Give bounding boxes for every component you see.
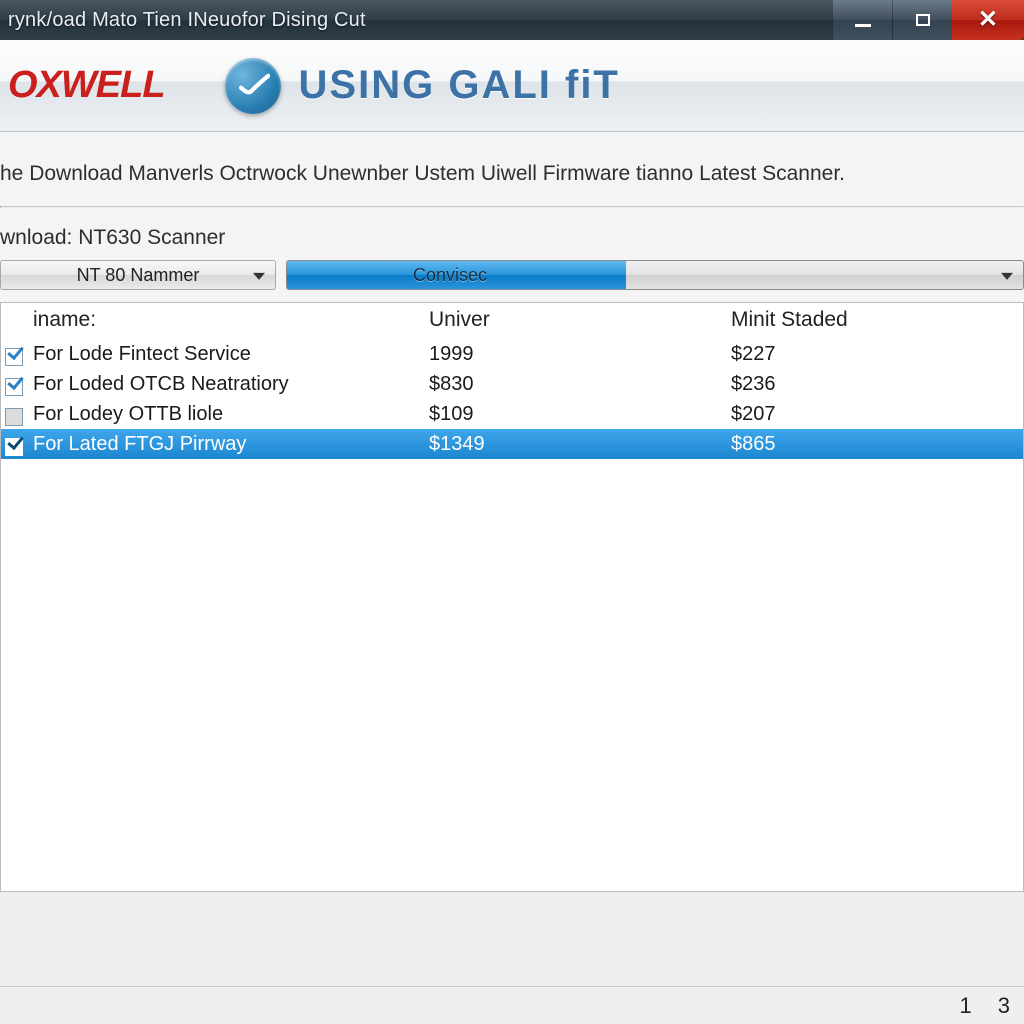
brand-logo: OXWELL: [8, 64, 165, 107]
row-name: For Lode Fintect Service: [27, 338, 423, 370]
row-checkbox[interactable]: [5, 348, 23, 366]
table-row[interactable]: For Lode Fintect Service1999$227: [1, 339, 1023, 369]
row-name: For Loded OTCB Neatratiory: [27, 368, 423, 400]
col-header-name[interactable]: iname:: [27, 303, 423, 338]
titlebar[interactable]: rynk/oad Mato Tien INeuofor Dising Cut ✕: [0, 0, 1024, 40]
row-univer: $1349: [423, 428, 725, 460]
maximize-icon: [916, 14, 930, 26]
header-band: OXWELL USING GALI fiT: [0, 40, 1024, 132]
col-header-univer[interactable]: Univer: [423, 303, 725, 338]
row-checkbox[interactable]: [5, 438, 23, 456]
row-minit: $865: [725, 428, 1023, 460]
row-univer: $109: [423, 398, 725, 430]
row-univer: 1999: [423, 338, 725, 370]
content-area: he Download Manverls Octrwock Unewnber U…: [0, 132, 1024, 892]
controls-row: NT 80 Nammer Convisec: [0, 260, 1024, 302]
app-window: rynk/oad Mato Tien INeuofor Dising Cut ✕…: [0, 0, 1024, 1024]
swoosh-check-icon: [225, 58, 281, 114]
close-button[interactable]: ✕: [952, 0, 1024, 40]
row-name: For Lated FTGJ Pirrway: [27, 428, 423, 460]
row-checkbox[interactable]: [5, 408, 23, 426]
action-select[interactable]: Convisec: [286, 260, 1024, 290]
model-select-value: NT 80 Nammer: [77, 265, 200, 286]
row-minit: $227: [725, 338, 1023, 370]
row-name: For Lodey OTTB liole: [27, 398, 423, 430]
row-checkbox[interactable]: [5, 378, 23, 396]
model-select[interactable]: NT 80 Nammer: [0, 260, 276, 290]
table-row[interactable]: For Lated FTGJ Pirrway$1349$865: [1, 429, 1023, 459]
status-value-right: 3: [998, 993, 1010, 1019]
row-minit: $207: [725, 398, 1023, 430]
window-controls: ✕: [832, 0, 1024, 40]
row-univer: $830: [423, 368, 725, 400]
status-value-left: 1: [960, 993, 972, 1019]
chevron-down-icon: [253, 273, 265, 280]
minimize-icon: [855, 24, 871, 27]
chevron-down-icon: [1001, 273, 1013, 280]
table-header: iname: Univer Minit Staded: [1, 303, 1023, 339]
action-select-value: Convisec: [287, 261, 1023, 289]
table-row[interactable]: For Lodey OTTB liole$109$207: [1, 399, 1023, 429]
download-table: iname: Univer Minit Staded For Lode Fint…: [0, 302, 1024, 892]
app-title-group: USING GALI fiT: [225, 58, 620, 114]
window-title: rynk/oad Mato Tien INeuofor Dising Cut: [8, 9, 366, 32]
download-label: wnload: NT630 Scanner: [0, 208, 1024, 260]
table-row[interactable]: For Loded OTCB Neatratiory$830$236: [1, 369, 1023, 399]
close-icon: ✕: [978, 8, 998, 32]
description-text: he Download Manverls Octrwock Unewnber U…: [0, 132, 1024, 206]
table-body: For Lode Fintect Service1999$227For Lode…: [1, 339, 1023, 459]
col-header-check[interactable]: [1, 303, 27, 338]
maximize-button[interactable]: [892, 0, 952, 40]
col-header-minit[interactable]: Minit Staded: [725, 303, 1023, 338]
row-minit: $236: [725, 368, 1023, 400]
app-title: USING GALI fiT: [299, 63, 620, 108]
statusbar: 1 3: [0, 986, 1024, 1024]
minimize-button[interactable]: [832, 0, 892, 40]
